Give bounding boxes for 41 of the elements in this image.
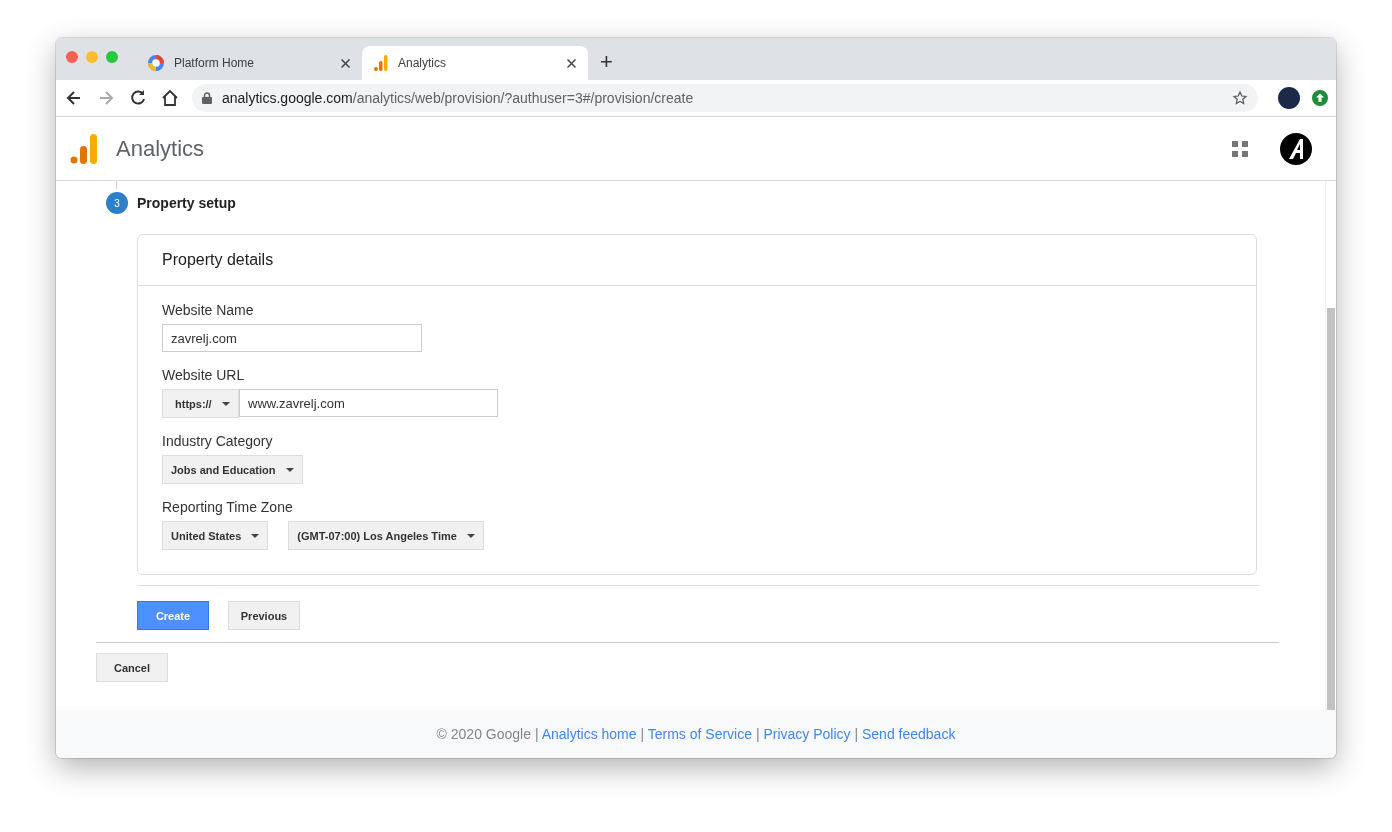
- select-dropdown[interactable]: (GMT-07:00) Los Angeles Time: [288, 521, 484, 550]
- caret-icon: [221, 401, 230, 406]
- new-tab-button[interactable]: +: [600, 49, 613, 75]
- apps-grid-icon[interactable]: [1232, 140, 1248, 157]
- step-number: 3: [106, 192, 128, 214]
- browser-tab[interactable]: Analytics: [362, 46, 588, 80]
- analytics-logo-icon: [70, 133, 98, 164]
- text-input-field[interactable]: www.zavrelj.com: [239, 389, 498, 417]
- account-logo-icon[interactable]: [1280, 132, 1312, 165]
- footer-link[interactable]: Analytics home: [541, 726, 637, 742]
- action-button[interactable]: Previous: [228, 601, 300, 630]
- caret-icon: [251, 533, 260, 538]
- address-bar[interactable]: analytics.google.com/analytics/web/provision/?authuser=3#/provision/create: [192, 84, 1258, 112]
- field-label: Website Name: [162, 302, 255, 318]
- field-label: Reporting Time Zone: [162, 499, 294, 515]
- cancel-button[interactable]: Cancel: [96, 653, 168, 682]
- profile-avatar[interactable]: [1278, 87, 1300, 109]
- footer-link[interactable]: Send feedback: [862, 726, 956, 742]
- home-icon[interactable]: [160, 88, 180, 108]
- bookmark-star-icon[interactable]: [1232, 90, 1248, 106]
- field-label: Website URL: [162, 367, 246, 383]
- protocol-dropdown[interactable]: https://: [162, 389, 239, 418]
- footer-text: © 2020 Google | Analytics home | Terms of Service | Privacy Policy | Send feedback: [436, 726, 956, 742]
- select-dropdown[interactable]: United States: [162, 521, 269, 550]
- text-input-field[interactable]: zavrelj.com: [162, 324, 422, 352]
- update-icon[interactable]: [1312, 90, 1328, 106]
- field-label: Industry Category: [162, 433, 274, 449]
- select-dropdown[interactable]: Jobs and Education: [162, 455, 303, 484]
- bar-chart-icon: [374, 55, 388, 71]
- scrollbar-thumb[interactable]: [1327, 308, 1335, 710]
- caret-icon: [285, 467, 294, 472]
- browser-tab[interactable]: Platform Home: [136, 46, 362, 80]
- caret-icon: [466, 533, 475, 538]
- card-title: Property details: [138, 235, 1256, 286]
- close-icon[interactable]: [567, 58, 576, 68]
- reload-icon[interactable]: [128, 88, 148, 108]
- step-title: Property setup: [137, 195, 236, 211]
- colorful-ring-icon: [148, 55, 164, 71]
- app-title: Analytics: [116, 135, 206, 162]
- lock-icon: [202, 92, 212, 104]
- close-icon[interactable]: [341, 58, 350, 68]
